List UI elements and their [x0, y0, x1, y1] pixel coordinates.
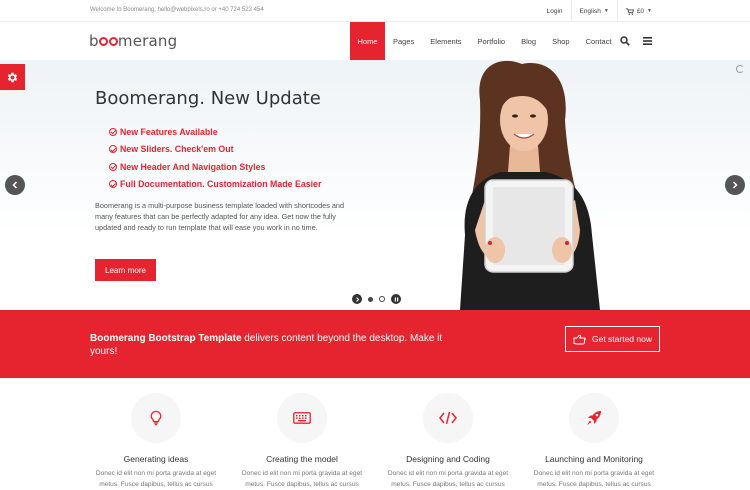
- service-title: Creating the model: [266, 454, 338, 464]
- code-icon: [439, 411, 457, 425]
- get-started-label: Get started now: [591, 334, 652, 344]
- nav-shop[interactable]: Shop: [544, 22, 578, 60]
- check-circle-icon: [109, 180, 117, 189]
- slider-prev-button[interactable]: [5, 175, 25, 195]
- main-nav: Home Pages Elements Portfolio Blog Shop …: [350, 22, 619, 60]
- service-text: Donec id elit non mi porta gravida at eg…: [533, 470, 655, 488]
- nav-pages[interactable]: Pages: [385, 22, 422, 60]
- login-link[interactable]: Login: [539, 0, 571, 22]
- cta-band: Boomerang Bootstrap Template delivers co…: [0, 310, 750, 378]
- feature-item: Full Documentation. Customization Made E…: [109, 176, 321, 194]
- hero-description: Boomerang is a multi-purpose business te…: [95, 201, 345, 233]
- logo[interactable]: b merang: [89, 32, 177, 50]
- logo-ring: [99, 37, 109, 46]
- service-icon-circle: [423, 393, 473, 443]
- slider-next-button[interactable]: [725, 175, 745, 195]
- service-card: Designing and Coding Donec id elit non m…: [378, 393, 518, 490]
- language-label: English: [579, 7, 601, 15]
- service-title: Designing and Coding: [406, 454, 490, 464]
- rocket-icon: [587, 411, 601, 425]
- feature-item: New Features Available: [109, 123, 321, 141]
- check-circle-icon: [109, 127, 117, 136]
- cart-icon: [625, 7, 634, 15]
- service-icon-circle: [277, 393, 327, 443]
- list-menu-icon[interactable]: [643, 37, 652, 45]
- nav-home[interactable]: Home: [350, 22, 385, 60]
- cart-dropdown[interactable]: £0 ▼: [616, 0, 660, 22]
- check-circle-icon: [109, 145, 117, 154]
- service-text: Donec id elit non mi porta gravida at eg…: [95, 470, 217, 488]
- cta-text: Boomerang Bootstrap Template delivers co…: [90, 332, 450, 358]
- slider-pause-dot[interactable]: [391, 294, 401, 304]
- loading-icon: [736, 65, 744, 73]
- service-text: Donec id elit non mi porta gravida at eg…: [387, 470, 509, 488]
- get-started-button[interactable]: Get started now: [565, 326, 660, 352]
- gear-icon: [7, 72, 18, 82]
- cta-bold-text: Boomerang Bootstrap Template: [90, 333, 242, 344]
- search-icon[interactable]: [620, 36, 630, 46]
- chevron-left-icon: [12, 181, 18, 189]
- feature-label: New Header And Navigation Styles: [120, 161, 266, 172]
- cart-total: £0: [636, 7, 645, 15]
- service-card: Generating ideas Donec id elit non mi po…: [86, 393, 226, 490]
- service-card: Creating the model Donec id elit non mi …: [232, 393, 372, 490]
- chevron-down-icon: ▼: [647, 8, 652, 14]
- slider-dot[interactable]: [368, 296, 373, 302]
- check-circle-icon: [109, 162, 117, 171]
- nav-contact[interactable]: Contact: [578, 22, 620, 60]
- service-text: Donec id elit non mi porta gravida at eg…: [241, 470, 363, 488]
- learn-more-button[interactable]: Learn more: [95, 259, 156, 281]
- hero-slider: Boomerang. New Update New Features Avail…: [0, 60, 750, 310]
- main-header: b merang Home Pages Elements Portfolio Bl…: [0, 22, 750, 60]
- language-dropdown[interactable]: English ▼: [570, 0, 617, 22]
- hero-photo: [460, 60, 600, 310]
- service-icon-circle: [131, 393, 181, 443]
- chevron-right-icon: [732, 181, 738, 189]
- feature-item: New Header And Navigation Styles: [109, 158, 321, 176]
- feature-list: New Features Available New Sliders. Chec…: [109, 123, 321, 193]
- nav-elements[interactable]: Elements: [422, 22, 469, 60]
- services-section: Generating ideas Donec id elit non mi po…: [0, 378, 750, 490]
- feature-item: New Sliders. Check'em Out: [109, 141, 321, 159]
- welcome-text: Welcome to Boomerang, hello@webpixels.ro…: [90, 7, 264, 13]
- logo-ring: [108, 37, 118, 46]
- top-bar-right: Login English ▼ £0 ▼: [539, 0, 660, 22]
- service-title: Generating ideas: [123, 454, 189, 464]
- top-bar: Welcome to Boomerang, hello@webpixels.ro…: [0, 0, 750, 22]
- hand-pointer-icon: [573, 334, 586, 344]
- keyboard-icon: [293, 412, 311, 424]
- service-icon-circle: [569, 393, 619, 443]
- service-title: Launching and Monitoring: [545, 454, 643, 464]
- nav-portfolio[interactable]: Portfolio: [470, 22, 514, 60]
- hero-title: Boomerang. New Update: [95, 88, 321, 109]
- chevron-down-icon: ▼: [603, 8, 609, 14]
- logo-text-end: merang: [117, 32, 178, 50]
- logo-text-start: b: [89, 32, 99, 50]
- nav-blog[interactable]: Blog: [513, 22, 544, 60]
- chevron-right-icon: [355, 296, 359, 302]
- feature-label: New Sliders. Check'em Out: [120, 144, 234, 155]
- settings-toggle[interactable]: [0, 64, 25, 90]
- service-card: Launching and Monitoring Donec id elit n…: [524, 393, 664, 490]
- pause-icon: [394, 297, 398, 301]
- lightbulb-icon: [150, 410, 162, 426]
- slider-prev-dot[interactable]: [352, 294, 362, 304]
- slider-dot[interactable]: [379, 296, 385, 302]
- feature-label: Full Documentation. Customization Made E…: [120, 179, 322, 190]
- feature-label: New Features Available: [120, 126, 218, 137]
- slider-controls: [352, 294, 407, 304]
